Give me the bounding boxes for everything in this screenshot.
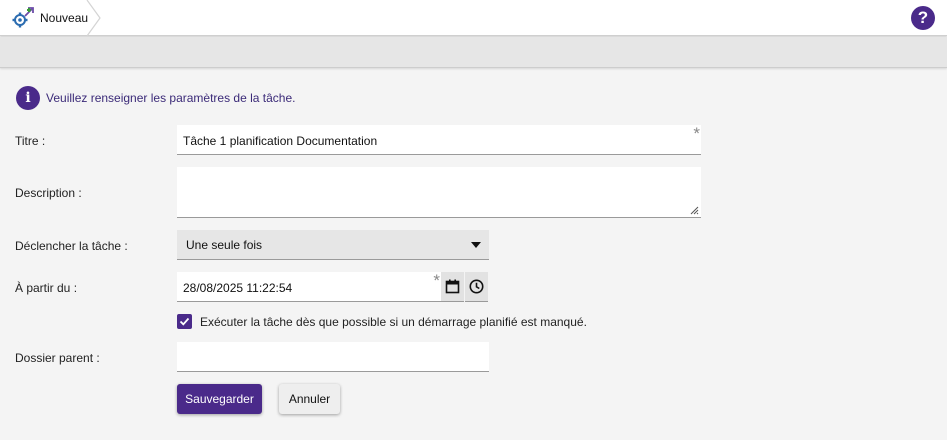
resize-handle-icon[interactable] — [689, 205, 699, 215]
chevron-down-icon — [471, 242, 481, 248]
cancel-button[interactable]: Annuler — [279, 384, 340, 414]
start-datetime-input[interactable]: 28/08/2025 11:22:54 * — [177, 272, 441, 302]
breadcrumb-label: Nouveau — [40, 11, 89, 25]
calendar-button[interactable] — [441, 272, 464, 302]
task-gear-icon — [12, 7, 34, 29]
trigger-select[interactable]: Une seule fois — [177, 230, 489, 260]
required-mark: * — [693, 124, 700, 143]
trigger-selected: Une seule fois — [186, 238, 263, 252]
title-label: Titre : — [15, 134, 46, 148]
run-missed-label: Exécuter la tâche dès que possible si un… — [200, 314, 587, 329]
run-missed-checkbox[interactable] — [177, 314, 192, 329]
clock-button[interactable] — [465, 272, 488, 302]
required-mark: * — [433, 271, 440, 290]
parent-folder-input[interactable] — [177, 342, 489, 372]
checkmark-icon — [179, 317, 190, 326]
clock-icon — [469, 279, 484, 294]
parent-folder-label: Dossier parent : — [15, 351, 100, 365]
calendar-icon — [445, 279, 460, 294]
title-input[interactable]: Tâche 1 planification Documentation * — [177, 125, 701, 155]
breadcrumb-separator — [86, 0, 101, 36]
info-icon: i — [16, 86, 40, 110]
info-message: i Veuillez renseigner les paramètres de … — [16, 86, 295, 110]
title-value: Tâche 1 planification Documentation — [183, 134, 378, 148]
start-value: 28/08/2025 11:22:54 — [183, 281, 293, 295]
description-textarea[interactable] — [177, 167, 701, 218]
top-bar: Nouveau ? — [0, 0, 947, 36]
run-missed-option[interactable]: Exécuter la tâche dès que possible si un… — [177, 314, 587, 329]
description-label: Description : — [15, 186, 82, 200]
trigger-label: Déclencher la tâche : — [15, 239, 128, 253]
start-label: À partir du : — [15, 281, 78, 295]
save-button[interactable]: Sauvegarder — [177, 384, 262, 414]
toolbar — [0, 37, 947, 68]
help-icon[interactable]: ? — [911, 6, 935, 30]
breadcrumb[interactable]: Nouveau — [0, 0, 88, 36]
info-text: Veuillez renseigner les paramètres de la… — [46, 91, 296, 105]
